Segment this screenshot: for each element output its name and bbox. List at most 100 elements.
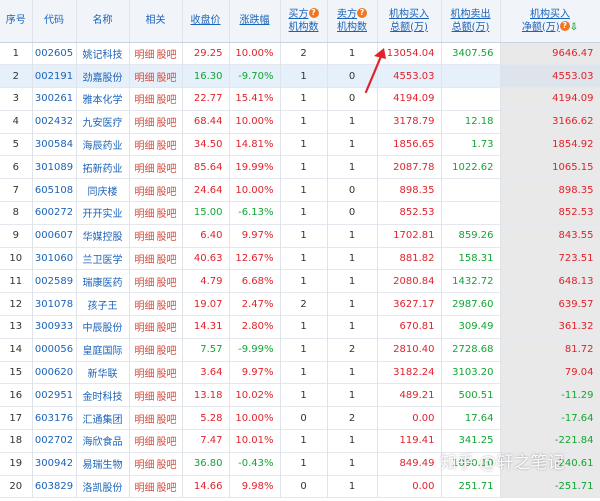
cell-name[interactable]: 海欣食品 <box>76 429 130 453</box>
table-row[interactable]: 11 002589 瑞康医药 明细 股吧 4.79 6.68% 1 1 2080.84 1432.7… <box>0 269 600 293</box>
detail-link[interactable]: 明细 <box>135 301 155 312</box>
header-buy-count[interactable]: 买方? 机构数 <box>280 0 328 43</box>
question-icon[interactable]: ? <box>357 7 367 18</box>
question-icon[interactable]: ? <box>559 20 570 31</box>
forum-link[interactable]: 股吧 <box>157 187 177 198</box>
cell-name[interactable]: 开开实业 <box>76 201 130 225</box>
detail-link[interactable]: 明细 <box>135 415 155 426</box>
forum-link[interactable]: 股吧 <box>157 50 177 61</box>
cell-code[interactable]: 300584 <box>32 133 77 156</box>
cell-code[interactable]: 002605 <box>32 42 77 65</box>
forum-link[interactable]: 股吧 <box>157 278 177 289</box>
forum-link[interactable]: 股吧 <box>157 232 177 243</box>
cell-code[interactable]: 301078 <box>32 292 77 316</box>
detail-link[interactable]: 明细 <box>135 323 155 334</box>
table-row[interactable]: 2 002191 劲嘉股份 明细 股吧 16.30 -9.70% 1 0 4553.03 4553.… <box>0 64 600 88</box>
header-change-pct[interactable]: 涨跌幅 <box>229 0 281 43</box>
cell-code[interactable]: 002589 <box>32 269 77 293</box>
forum-link[interactable]: 股吧 <box>157 141 177 152</box>
cell-name[interactable]: 九安医疗 <box>76 110 130 134</box>
table-row[interactable]: 20 603829 洛凯股份 明细 股吧 14.66 9.98% 0 1 0.00 251.71 -2… <box>0 475 600 498</box>
forum-link[interactable]: 股吧 <box>157 460 177 471</box>
cell-code[interactable]: 603176 <box>32 406 77 430</box>
forum-link[interactable]: 股吧 <box>157 95 177 106</box>
detail-link[interactable]: 明细 <box>135 209 155 220</box>
detail-link[interactable]: 明细 <box>135 141 155 152</box>
header-sell-total[interactable]: 机构卖出 总额(万) <box>441 0 501 43</box>
cell-code[interactable]: 000607 <box>32 224 77 248</box>
detail-link[interactable]: 明细 <box>135 164 155 175</box>
cell-name[interactable]: 孩子王 <box>76 292 130 316</box>
table-row[interactable]: 6 301089 拓新药业 明细 股吧 85.64 19.99% 1 1 2087.78 1022.… <box>0 155 600 179</box>
cell-code[interactable]: 002432 <box>32 110 77 134</box>
cell-code[interactable]: 603829 <box>32 475 77 498</box>
table-row[interactable]: 1 002605 姚记科技 明细 股吧 29.25 10.00% 2 1 13054.04 3407… <box>0 42 600 65</box>
table-row[interactable]: 8 600272 开开实业 明细 股吧 15.00 -6.13% 1 0 852.53 852.53 <box>0 201 600 225</box>
detail-link[interactable]: 明细 <box>135 73 155 84</box>
header-code[interactable]: 代码 <box>32 0 77 43</box>
sort-down-arrow-icon[interactable]: ⇩ <box>570 21 578 34</box>
cell-code[interactable]: 301089 <box>32 155 77 179</box>
detail-link[interactable]: 明细 <box>135 392 155 403</box>
cell-code[interactable]: 002702 <box>32 429 77 453</box>
cell-code[interactable]: 000056 <box>32 338 77 362</box>
cell-code[interactable]: 300933 <box>32 315 77 339</box>
cell-name[interactable]: 新华联 <box>76 361 130 384</box>
header-buy-total[interactable]: 机构买入 总额(万) <box>377 0 442 43</box>
cell-code[interactable]: 002951 <box>32 383 77 407</box>
cell-name[interactable]: 中辰股份 <box>76 315 130 339</box>
detail-link[interactable]: 明细 <box>135 460 155 471</box>
detail-link[interactable]: 明细 <box>135 118 155 129</box>
table-row[interactable]: 13 300933 中辰股份 明细 股吧 14.31 2.80% 1 1 670.81 309.49… <box>0 315 600 339</box>
cell-code[interactable]: 002191 <box>32 64 77 88</box>
cell-code[interactable]: 301060 <box>32 247 77 270</box>
detail-link[interactable]: 明细 <box>135 187 155 198</box>
cell-name[interactable]: 汇通集团 <box>76 406 130 430</box>
cell-code[interactable]: 605108 <box>32 178 77 202</box>
question-icon[interactable]: ? <box>308 7 319 18</box>
table-row[interactable]: 3 300261 雅本化学 明细 股吧 22.77 15.41% 1 0 4194.09 4194.… <box>0 87 600 111</box>
cell-name[interactable]: 瑞康医药 <box>76 269 130 293</box>
forum-link[interactable]: 股吧 <box>157 209 177 220</box>
forum-link[interactable]: 股吧 <box>157 369 177 380</box>
table-row[interactable]: 15 000620 新华联 明细 股吧 3.64 9.97% 1 1 3182.24 3103.20… <box>0 361 600 384</box>
forum-link[interactable]: 股吧 <box>157 483 177 494</box>
table-row[interactable]: 9 000607 华媒控股 明细 股吧 6.40 9.97% 1 1 1702.81 859.26 8… <box>0 224 600 248</box>
cell-code[interactable]: 300261 <box>32 87 77 111</box>
forum-link[interactable]: 股吧 <box>157 73 177 84</box>
forum-link[interactable]: 股吧 <box>157 255 177 266</box>
detail-link[interactable]: 明细 <box>135 437 155 448</box>
cell-name[interactable]: 劲嘉股份 <box>76 64 130 88</box>
table-row[interactable]: 7 605108 同庆楼 明细 股吧 24.64 10.00% 1 0 898.35 898.35 <box>0 178 600 202</box>
cell-name[interactable]: 华媒控股 <box>76 224 130 248</box>
forum-link[interactable]: 股吧 <box>157 415 177 426</box>
detail-link[interactable]: 明细 <box>135 483 155 494</box>
cell-code[interactable]: 000620 <box>32 361 77 384</box>
cell-name[interactable]: 同庆楼 <box>76 178 130 202</box>
cell-name[interactable]: 兰卫医学 <box>76 247 130 270</box>
table-row[interactable]: 5 300584 海辰药业 明细 股吧 34.50 14.81% 1 1 1856.65 1.73 1… <box>0 133 600 156</box>
detail-link[interactable]: 明细 <box>135 255 155 266</box>
cell-code[interactable]: 300942 <box>32 452 77 476</box>
forum-link[interactable]: 股吧 <box>157 118 177 129</box>
forum-link[interactable]: 股吧 <box>157 323 177 334</box>
detail-link[interactable]: 明细 <box>135 232 155 243</box>
cell-code[interactable]: 600272 <box>32 201 77 225</box>
table-row[interactable]: 16 002951 金时科技 明细 股吧 13.18 10.02% 1 1 489.21 500.5… <box>0 383 600 407</box>
table-row[interactable]: 10 301060 兰卫医学 明细 股吧 40.63 12.67% 1 1 881.82 158.3… <box>0 247 600 270</box>
detail-link[interactable]: 明细 <box>135 95 155 106</box>
header-close-price[interactable]: 收盘价 <box>182 0 230 43</box>
detail-link[interactable]: 明细 <box>135 369 155 380</box>
cell-name[interactable]: 拓新药业 <box>76 155 130 179</box>
table-row[interactable]: 12 301078 孩子王 明细 股吧 19.07 2.47% 2 1 3627.17 2987.6… <box>0 292 600 316</box>
forum-link[interactable]: 股吧 <box>157 392 177 403</box>
header-sell-count[interactable]: 卖方? 机构数 <box>327 0 378 43</box>
detail-link[interactable]: 明细 <box>135 50 155 61</box>
cell-name[interactable]: 海辰药业 <box>76 133 130 156</box>
forum-link[interactable]: 股吧 <box>157 346 177 357</box>
table-row[interactable]: 4 002432 九安医疗 明细 股吧 68.44 10.00% 1 1 3178.79 12.18… <box>0 110 600 134</box>
cell-name[interactable]: 姚记科技 <box>76 42 130 65</box>
table-row[interactable]: 14 000056 皇庭国际 明细 股吧 7.57 -9.99% 1 2 2810.40 2728.… <box>0 338 600 362</box>
cell-name[interactable]: 雅本化学 <box>76 87 130 111</box>
cell-name[interactable]: 洛凯股份 <box>76 475 130 498</box>
